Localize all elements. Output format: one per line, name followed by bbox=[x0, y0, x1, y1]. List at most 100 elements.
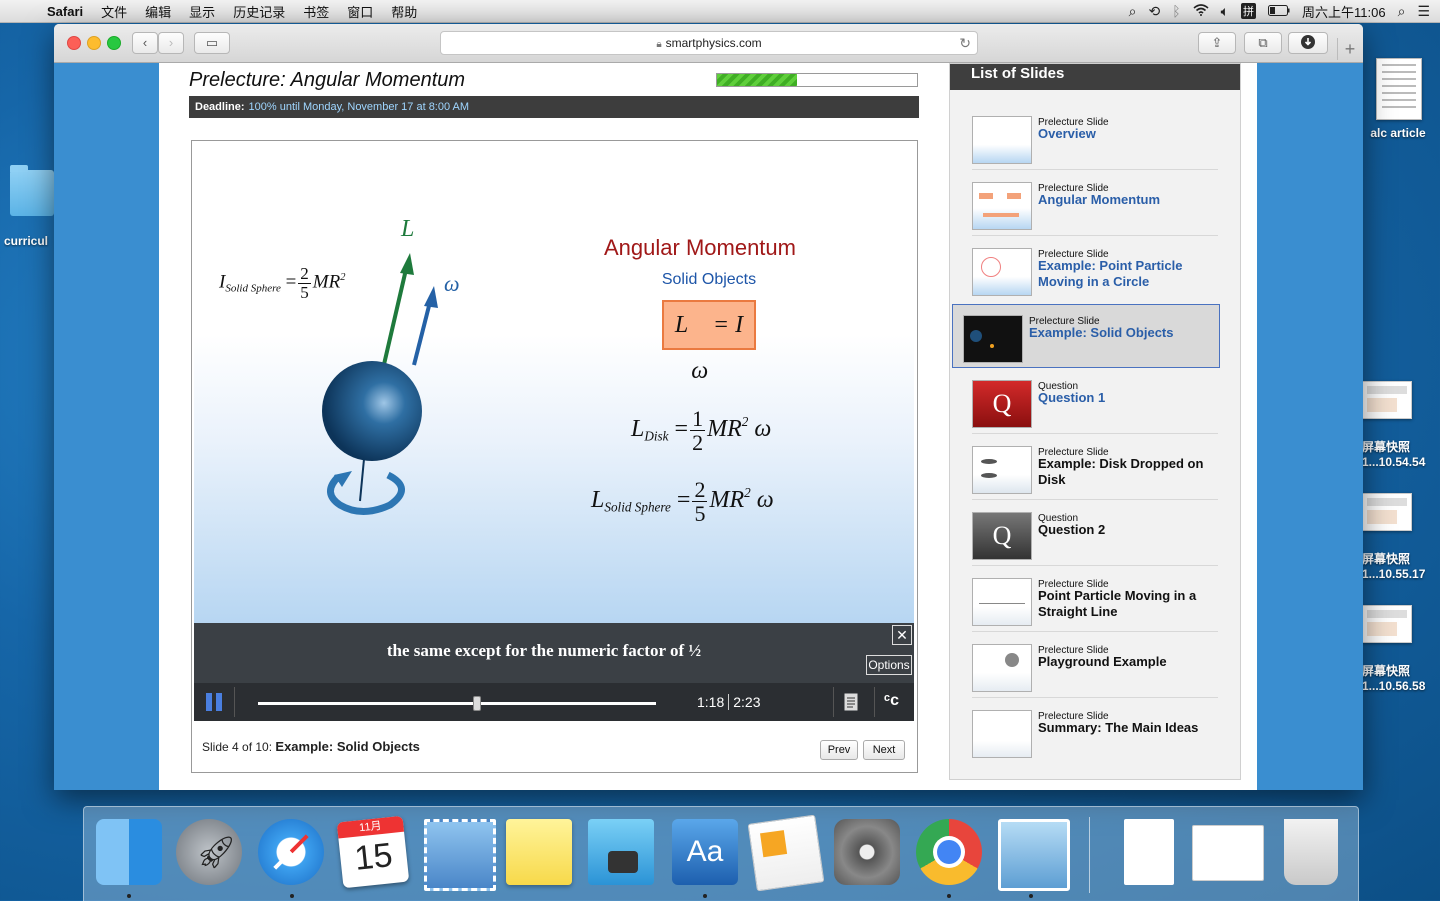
screenshot-thumbnail-icon[interactable] bbox=[1362, 493, 1412, 531]
list-divider bbox=[972, 235, 1218, 236]
close-caption-icon[interactable]: ✕ bbox=[892, 625, 912, 645]
menu-edit[interactable]: 编辑 bbox=[136, 2, 180, 21]
menu-file[interactable]: 文件 bbox=[92, 2, 136, 21]
angular-velocity-vector-label: ω⃗ bbox=[444, 271, 477, 296]
slide-name: Point Particle Moving in a Straight Line bbox=[1038, 588, 1197, 619]
prev-button[interactable]: Prev bbox=[820, 740, 858, 760]
slide-thumbnail bbox=[972, 644, 1032, 692]
tabs-overview-icon[interactable]: ⧉ bbox=[1244, 32, 1282, 54]
next-button[interactable]: Next bbox=[863, 740, 905, 760]
menu-bookmarks[interactable]: 书签 bbox=[294, 2, 338, 21]
doc-label[interactable]: alc article bbox=[1362, 126, 1434, 140]
slide-thumbnail bbox=[972, 578, 1032, 626]
menu-help[interactable]: 帮助 bbox=[382, 2, 426, 21]
slide-name: Angular Momentum bbox=[1038, 192, 1161, 207]
menu-history[interactable]: 历史记录 bbox=[224, 2, 294, 21]
system-preferences-icon[interactable] bbox=[834, 819, 900, 885]
lock-icon: 🔒︎ bbox=[656, 39, 662, 50]
slide-list-item-active[interactable]: Prelecture Slide Example: Solid Objects bbox=[952, 304, 1220, 368]
dictionary-icon[interactable]: Aa bbox=[672, 819, 738, 885]
seek-bar[interactable] bbox=[258, 696, 656, 711]
screenshot-label-3[interactable]: 屏幕快照 1...10.56.58 bbox=[1362, 662, 1440, 693]
options-button[interactable]: Options bbox=[866, 655, 912, 675]
moment-of-inertia-equation: ISolid Sphere = 2 5 MR2 bbox=[219, 264, 346, 302]
menu-app-safari[interactable]: Safari bbox=[38, 4, 92, 19]
back-button[interactable]: ‹ bbox=[132, 32, 158, 54]
list-divider bbox=[972, 631, 1218, 632]
close-window-icon[interactable] bbox=[67, 36, 81, 50]
seek-handle[interactable] bbox=[472, 696, 481, 711]
list-divider bbox=[972, 169, 1218, 170]
slide-list-item[interactable]: Prelecture Slide Playground Example bbox=[962, 634, 1228, 698]
screenshot-thumbnail-icon[interactable] bbox=[1362, 605, 1412, 643]
spotlight-icon[interactable]: ⌕ bbox=[1398, 3, 1406, 20]
pause-icon[interactable] bbox=[204, 693, 224, 711]
menu-clock[interactable]: 周六上午11:06 bbox=[1302, 2, 1386, 21]
battery-icon[interactable] bbox=[1268, 3, 1290, 19]
slide-name: Playground Example bbox=[1038, 654, 1167, 669]
mail-icon[interactable] bbox=[424, 819, 496, 891]
search-app-icon[interactable]: ⌕ bbox=[1129, 3, 1137, 20]
document-icon[interactable] bbox=[1124, 819, 1174, 885]
slide-thumbnail bbox=[972, 182, 1032, 230]
preview-icon[interactable] bbox=[998, 819, 1070, 891]
slide-list-item[interactable]: Q Question Question 1 bbox=[962, 370, 1228, 434]
running-indicator bbox=[703, 894, 707, 898]
menu-view[interactable]: 显示 bbox=[180, 2, 224, 21]
volume-icon[interactable]: 🔈︎ bbox=[1221, 3, 1229, 20]
new-tab-icon[interactable]: + bbox=[1337, 38, 1362, 60]
folder-label[interactable]: curricul bbox=[4, 234, 60, 248]
pages-icon[interactable] bbox=[747, 814, 825, 892]
time-machine-icon[interactable]: ⟲ bbox=[1148, 3, 1160, 20]
slide-list-item[interactable]: Prelecture Slide Point Particle Moving i… bbox=[962, 568, 1228, 632]
document-icon[interactable] bbox=[1376, 58, 1422, 120]
deadline-label: Deadline: bbox=[195, 101, 245, 113]
screenshot-label-2[interactable]: 屏幕快照 1...10.55.17 bbox=[1362, 550, 1440, 581]
slides-sidebar: List of Slides Prelecture Slide Overview… bbox=[949, 63, 1241, 780]
reload-icon[interactable]: ↻ bbox=[959, 32, 971, 54]
transcript-icon[interactable] bbox=[844, 693, 858, 716]
boxed-equation: L⃗ = I ω⃗ bbox=[662, 300, 756, 384]
slide-subtitle: Solid Objects bbox=[661, 271, 757, 288]
share-icon[interactable]: ⇪ bbox=[1198, 32, 1236, 54]
forward-button[interactable]: › bbox=[158, 32, 184, 54]
slide-list-item[interactable]: Q Question Question 2 bbox=[962, 502, 1228, 566]
slide-list-item[interactable]: Prelecture Slide Overview bbox=[962, 106, 1228, 170]
dock-separator bbox=[1089, 817, 1090, 893]
slide-title: Angular Momentum bbox=[604, 235, 796, 260]
screenshot-icon[interactable] bbox=[1192, 825, 1264, 881]
address-bar[interactable]: 🔒︎ smartphysics.com ↻ bbox=[440, 31, 978, 55]
wifi-icon[interactable] bbox=[1193, 3, 1209, 19]
list-divider bbox=[972, 697, 1218, 698]
caption-panel: the same except for the numeric factor o… bbox=[194, 623, 914, 683]
screenshot-thumbnail-icon[interactable] bbox=[1362, 381, 1412, 419]
launchpad-icon[interactable]: 🚀︎ bbox=[176, 819, 242, 885]
menu-window[interactable]: 窗口 bbox=[338, 2, 382, 21]
chrome-icon[interactable] bbox=[916, 819, 982, 885]
disk-angular-momentum-equation: LDisk = 1 2 MR2 ω bbox=[631, 406, 772, 456]
screenshot-label-1[interactable]: 屏幕快照 1...10.54.54 bbox=[1362, 438, 1440, 469]
slide-list-item[interactable]: Prelecture Slide Angular Momentum bbox=[962, 172, 1228, 236]
minimize-window-icon[interactable] bbox=[87, 36, 101, 50]
safari-icon[interactable] bbox=[258, 819, 324, 885]
slide-list-item[interactable]: Prelecture Slide Example: Disk Dropped o… bbox=[962, 436, 1228, 500]
menu-bar: Safari 文件 编辑 显示 历史记录 书签 窗口 帮助 ⌕ ⟲ ᛒ 🔈︎ 拼… bbox=[0, 0, 1440, 23]
list-divider bbox=[972, 565, 1218, 566]
image-capture-icon[interactable] bbox=[588, 819, 654, 885]
slide-list-item[interactable]: Prelecture Slide Summary: The Main Ideas bbox=[962, 700, 1228, 764]
notes-icon[interactable] bbox=[506, 819, 572, 885]
slide-name: Example: Disk Dropped on Disk bbox=[1038, 456, 1204, 487]
notification-center-icon[interactable]: ☰ bbox=[1417, 3, 1430, 20]
sidebar-toggle-icon[interactable]: ▭ bbox=[194, 32, 230, 54]
downloads-icon[interactable] bbox=[1288, 32, 1328, 54]
zoom-window-icon[interactable] bbox=[107, 36, 121, 50]
finder-icon[interactable] bbox=[96, 819, 162, 885]
calendar-icon[interactable]: 11月 15 bbox=[336, 815, 410, 889]
input-method-icon[interactable]: 拼 bbox=[1241, 3, 1257, 19]
bluetooth-icon[interactable]: ᛒ bbox=[1172, 3, 1180, 19]
controls-divider bbox=[833, 687, 834, 717]
closed-captions-icon[interactable]: ᶜc bbox=[884, 692, 899, 710]
slide-list-item[interactable]: Prelecture Slide Example: Point Particle… bbox=[962, 238, 1228, 302]
trash-icon[interactable] bbox=[1284, 819, 1338, 885]
folder-icon[interactable] bbox=[10, 165, 54, 216]
